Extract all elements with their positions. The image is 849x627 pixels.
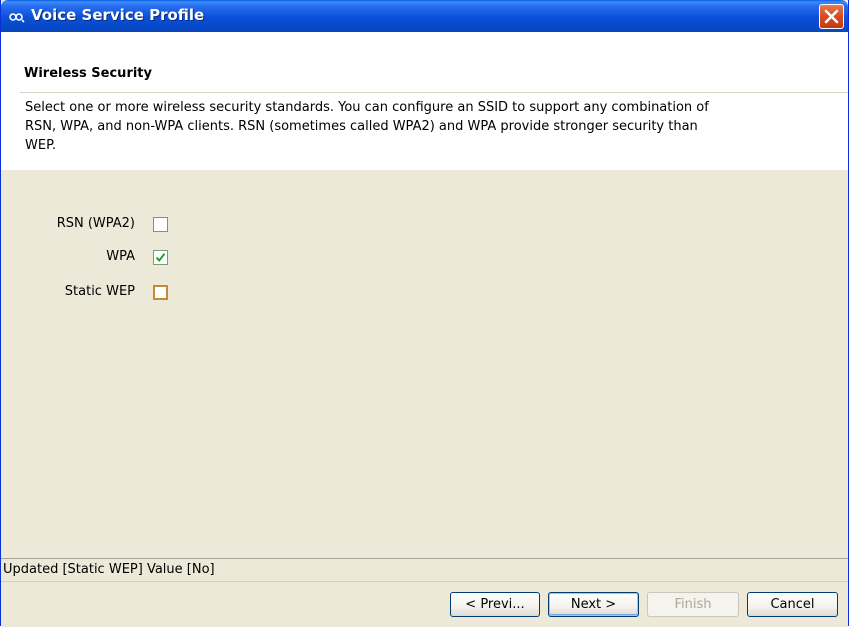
wpa-label: WPA: [106, 249, 135, 264]
wizard-button-bar: < Previ... Next > Finish Cancel: [1, 581, 848, 627]
wpa-checkbox[interactable]: [153, 250, 168, 265]
status-text: Updated [Static WEP] Value [No]: [3, 562, 215, 577]
static-wep-checkbox[interactable]: [153, 285, 168, 300]
options-panel: RSN (WPA2) WPA Static WEP: [1, 170, 848, 558]
cancel-button[interactable]: Cancel: [747, 592, 838, 617]
header-divider: [20, 92, 848, 93]
rsn-wpa2-checkbox[interactable]: [153, 217, 168, 232]
static-wep-label: Static WEP: [64, 284, 135, 299]
wizard-window: Voice Service Profile Wireless Security …: [0, 0, 849, 627]
close-button[interactable]: [819, 4, 844, 29]
previous-button[interactable]: < Previ...: [450, 592, 540, 617]
finish-button[interactable]: Finish: [647, 592, 739, 617]
status-bar: Updated [Static WEP] Value [No]: [1, 558, 848, 581]
rsn-wpa2-label: RSN (WPA2): [56, 216, 135, 231]
title-bar[interactable]: Voice Service Profile: [1, 0, 848, 32]
app-icon: [9, 9, 25, 23]
page-description: Select one or more wireless security sta…: [25, 100, 709, 153]
page-title: Wireless Security: [24, 66, 152, 81]
next-button[interactable]: Next >: [548, 592, 639, 617]
window-title: Voice Service Profile: [31, 6, 205, 24]
wizard-header: Wireless Security Select one or more wir…: [1, 32, 848, 170]
